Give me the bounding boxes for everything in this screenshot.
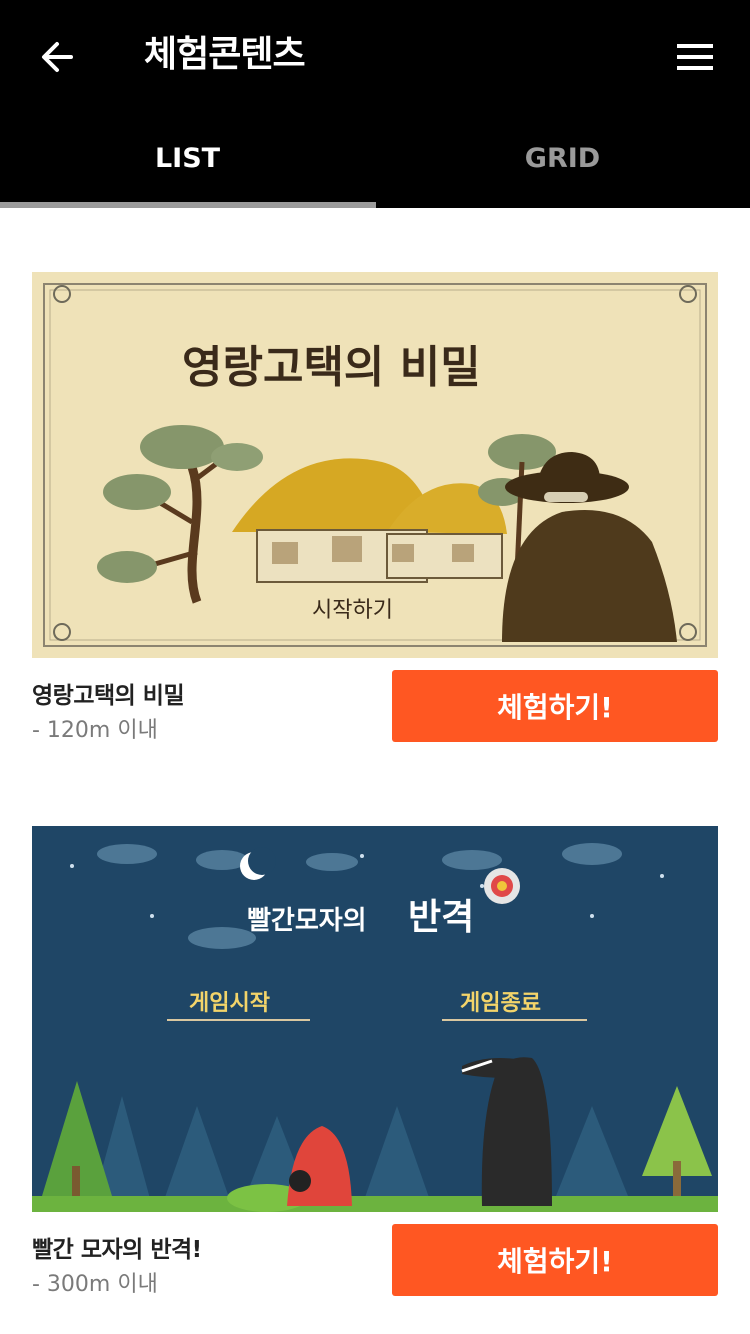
app-header: 체험콘텐츠 LIST GRID	[0, 0, 750, 208]
content-card: 영랑고택의 비밀 시작하기 영랑고택의 비밀 - 120m 이내 체험하기!	[32, 272, 718, 743]
back-button[interactable]	[30, 30, 84, 84]
poster-game-end: 게임종료	[460, 991, 541, 1016]
poster-start-text: 시작하기	[312, 598, 393, 623]
menu-button[interactable]	[668, 30, 722, 84]
tab-list[interactable]: LIST	[0, 120, 375, 204]
hamburger-menu-icon	[677, 44, 713, 70]
red-riding-hood-poster-image: 빨간모자의 반격 게임시작 게임종료	[32, 826, 718, 1212]
experience-button[interactable]: 체험하기!	[392, 1224, 718, 1296]
content-title: 빨간 모자의 반격!	[32, 1237, 202, 1263]
house-poster-image: 영랑고택의 비밀 시작하기	[32, 272, 718, 658]
content-thumbnail[interactable]: 빨간모자의 반격 게임시작 게임종료	[32, 826, 718, 1212]
active-tab-indicator	[0, 202, 376, 208]
poster-game-start: 게임시작	[189, 991, 270, 1016]
page-title: 체험콘텐츠	[144, 34, 306, 75]
content-distance: - 120m 이내	[32, 718, 158, 743]
content-card: 빨간모자의 반격 게임시작 게임종료 빨간 모자의 반격! - 300m 이내 …	[32, 826, 718, 1297]
arrow-left-icon	[42, 42, 73, 72]
content-title: 영랑고택의 비밀	[32, 683, 185, 709]
poster-title-small: 빨간모자의	[247, 906, 367, 936]
content-thumbnail[interactable]: 영랑고택의 비밀 시작하기	[32, 272, 718, 658]
poster-title-big: 반격	[408, 897, 474, 938]
experience-button[interactable]: 체험하기!	[392, 670, 718, 742]
content-distance: - 300m 이내	[32, 1272, 158, 1297]
tab-grid[interactable]: GRID	[375, 120, 750, 204]
poster-title-text: 영랑고택의 비밀	[182, 342, 481, 393]
